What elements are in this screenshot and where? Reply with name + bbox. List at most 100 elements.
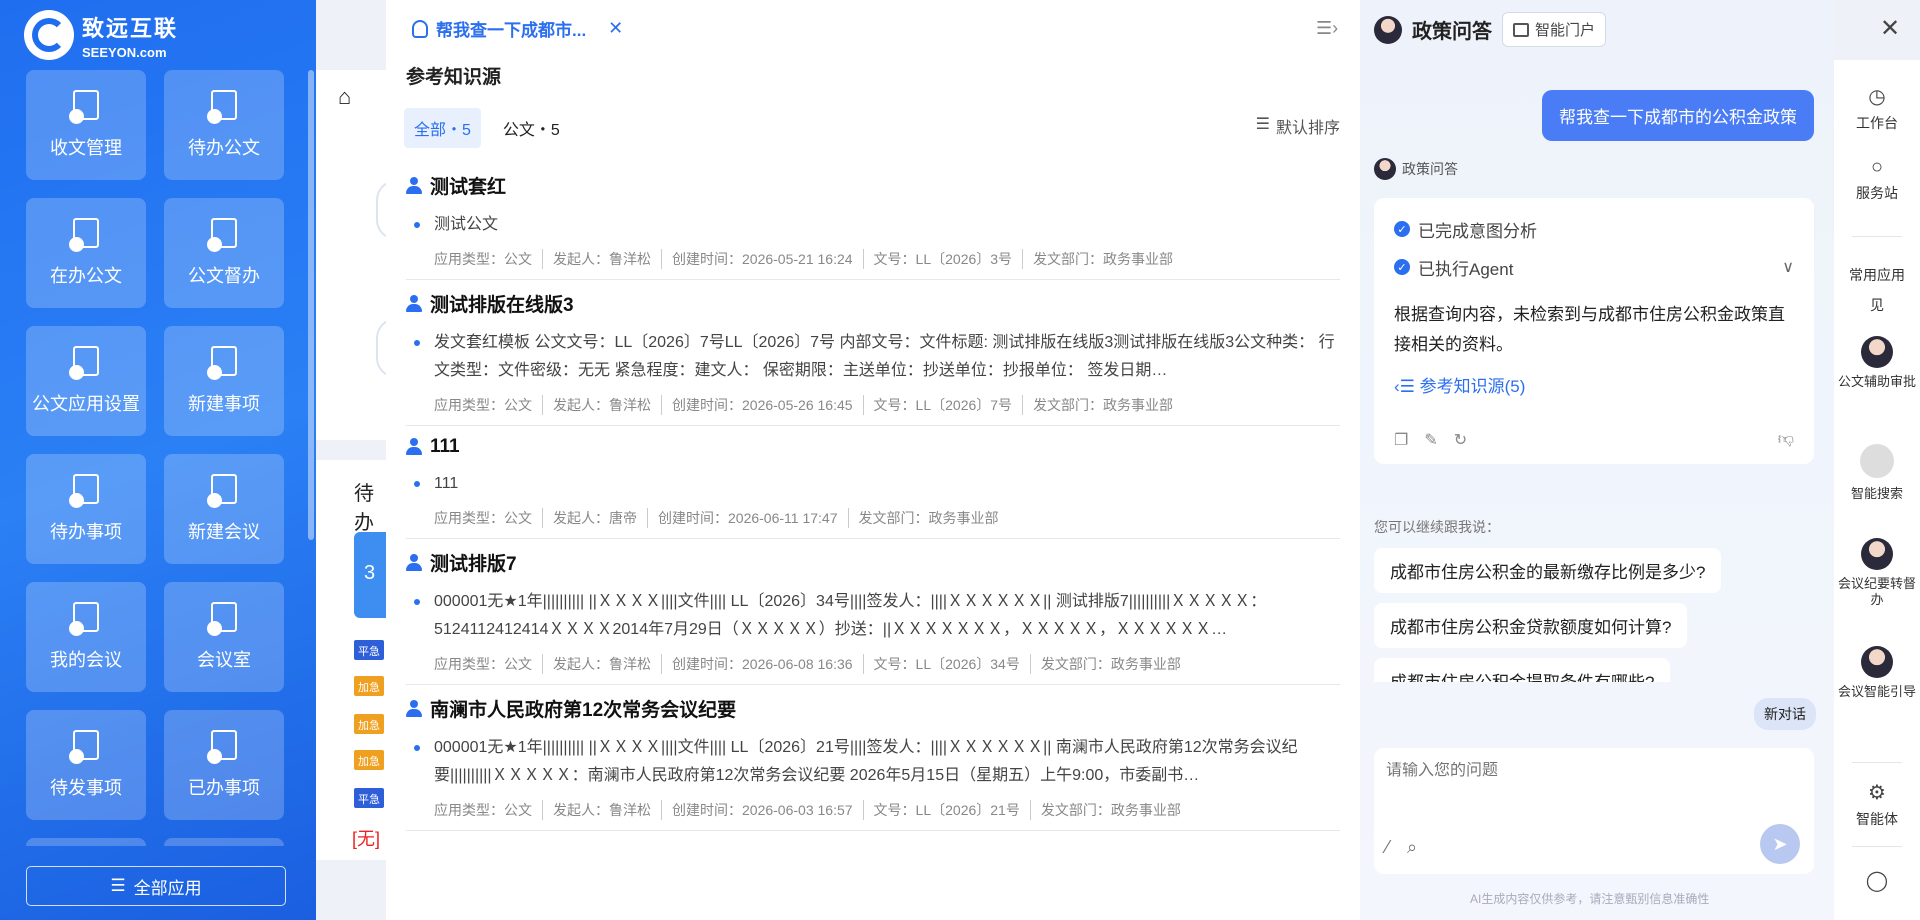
stamp-icon: [406, 176, 422, 195]
check-icon: ✓: [1394, 259, 1410, 275]
app-tile[interactable]: 公文应用设置: [26, 326, 146, 436]
source-item[interactable]: 测试排版在线版3 发文套红模板 公文文号：LL〔2026〕7号LL〔2026〕7号…: [406, 280, 1340, 426]
app-tile[interactable]: 我的会议: [26, 582, 146, 692]
reference-sources-link[interactable]: ‹☰ 参考知识源(5): [1394, 372, 1794, 397]
followup-suggestion[interactable]: 成都市住房公积金提取条件有哪些?: [1374, 658, 1671, 682]
followups-label: 您可以继续跟我说：: [1374, 519, 1500, 535]
send-button[interactable]: ➤: [1760, 824, 1800, 864]
sort-button[interactable]: ☰ 默认排序: [1256, 114, 1340, 138]
step-label: 已完成意图分析: [1418, 221, 1537, 241]
urgency-tag: 加急: [354, 750, 384, 770]
app-tile[interactable]: 新建事项: [164, 326, 284, 436]
app-tile[interactable]: 已办事项: [164, 710, 284, 820]
followup-suggestion[interactable]: 成都市住房公积金贷款额度如何计算?: [1374, 603, 1688, 648]
sidebar-scrollbar[interactable]: [308, 70, 314, 540]
rail-smart-search[interactable]: 智能搜索: [1834, 444, 1920, 502]
chat-header: 政策问答 智能门户: [1374, 12, 1607, 47]
source-item[interactable]: 南澜市人民政府第12次常务会议纪要 000001无★1年|||||||||| ||…: [406, 685, 1340, 831]
edit-icon[interactable]: ✎: [1424, 430, 1437, 450]
rail-agent[interactable]: ⚙ 智能体: [1834, 780, 1920, 829]
stamp-icon: [406, 699, 422, 718]
bot-response-card: ✓ 已完成意图分析 ✓ 已执行Agent ∨ 根据查询内容，未检索到与成都市住房…: [1374, 198, 1814, 464]
smart-search-avatar: [1860, 444, 1894, 478]
source-title[interactable]: 111: [430, 436, 460, 458]
app-label: 公文应用设置: [32, 394, 140, 414]
close-icon[interactable]: ✕: [1880, 14, 1900, 43]
source-snippet: 000001无★1年|||||||||| ||ＸＸＸＸ||||文件|||| LL…: [406, 734, 1340, 790]
rail-service[interactable]: ○ 服务站: [1834, 156, 1920, 203]
meta-field: 发文部门：政务事业部: [1029, 654, 1191, 674]
divider: [1852, 236, 1902, 237]
urgency-tag: 平急: [354, 640, 384, 660]
tab-all[interactable]: 全部・5: [404, 108, 481, 148]
followup-suggestion[interactable]: 成都市住房公积金的最新缴存比例是多少?: [1374, 548, 1722, 593]
source-item[interactable]: 111 111 应用类型：公文 发起人：唐帝 创建时间：2026-06-11 17:47…: [406, 426, 1340, 539]
new-chat-button[interactable]: 新对话: [1754, 698, 1816, 730]
rail-workbench[interactable]: ◷ 工作台: [1834, 84, 1920, 133]
list-icon: ‹☰: [1394, 377, 1415, 396]
source-item[interactable]: 测试排版7 000001无★1年|||||||||| ||ＸＸＸＸ||||文件||…: [406, 539, 1340, 685]
copy-icon[interactable]: ❐: [1394, 430, 1408, 450]
rail-user[interactable]: ◯: [1834, 868, 1920, 897]
app-tile[interactable]: 收文管理: [26, 70, 146, 180]
app-tile[interactable]: [26, 838, 146, 846]
urgency-tag: 平急: [354, 788, 384, 808]
app-tile[interactable]: 待办事项: [26, 454, 146, 564]
all-apps-button[interactable]: ☰ 全部应用: [26, 866, 286, 906]
divider: [1852, 846, 1902, 847]
followup-suggestions: 成都市住房公积金的最新缴存比例是多少? 成都市住房公积金贷款额度如何计算? 成都…: [1374, 548, 1814, 682]
app-tile[interactable]: 会议室: [164, 582, 284, 692]
tab-official-docs[interactable]: 公文・5: [493, 108, 570, 148]
refresh-icon[interactable]: ↻: [1454, 430, 1467, 450]
magic-wand-icon[interactable]: ⁄: [1386, 837, 1389, 858]
meta-field: 文号：LL〔2026〕34号: [862, 654, 1030, 674]
assistant-avatar: [1374, 15, 1402, 44]
chevron-down-icon[interactable]: ∨: [1782, 257, 1794, 277]
query-chip-label: 帮我查一下成都市...: [436, 21, 587, 40]
peek-red-text: [无]: [352, 829, 381, 849]
source-snippet: 000001无★1年|||||||||| ||ＸＸＸＸ||||文件|||| LL…: [406, 588, 1340, 644]
check-icon: ✓: [1394, 221, 1410, 237]
to-send-icon: [69, 730, 103, 764]
app-tile[interactable]: 新建会议: [164, 454, 284, 564]
send-icon: ➤: [1772, 833, 1788, 854]
source-title[interactable]: 测试排版在线版3: [430, 290, 574, 317]
meta-field: 创建时间：2026-06-03 16:57: [661, 800, 863, 820]
source-item[interactable]: 测试套红 测试公文 应用类型：公文 发起人：鲁洋松 创建时间：2026-05-21 16…: [406, 162, 1340, 280]
bot-answer-text: 根据查询内容，未检索到与成都市住房公积金政策直接相关的资料。: [1394, 305, 1785, 354]
app-tile[interactable]: 待办公文: [164, 70, 284, 180]
rail-label: 会议纪要转督办: [1837, 576, 1916, 607]
seeyon-logo[interactable]: 致远互联 SEEYON.com: [24, 10, 178, 60]
source-title[interactable]: 测试套红: [430, 172, 506, 199]
question-input[interactable]: [1386, 762, 1802, 780]
rail-common-apps-label: 常用应用 见: [1834, 260, 1920, 320]
search-icon: ○: [1870, 156, 1884, 178]
query-chip[interactable]: 帮我查一下成都市... ✕: [412, 16, 623, 41]
rail-minutes-supervise[interactable]: 会议纪要转督办: [1834, 538, 1920, 608]
source-snippet: 发文套红模板 公文文号：LL〔2026〕7号LL〔2026〕7号 内部文号：文件…: [406, 329, 1340, 385]
rail-label: 服务站: [1856, 185, 1898, 201]
collapse-panel-icon[interactable]: ☰›: [1316, 18, 1338, 39]
app-tile[interactable]: 待发事项: [26, 710, 146, 820]
app-tile[interactable]: 在办公文: [26, 198, 146, 308]
peek-section-label: 待办: [354, 483, 374, 534]
message-actions: ❐ ✎ ↻ 👎︎: [1394, 430, 1794, 450]
close-icon[interactable]: ✕: [608, 18, 623, 39]
source-title[interactable]: 测试排版7: [430, 549, 517, 576]
step-label: 已执行Agent: [1418, 259, 1514, 279]
rail-meeting-guide[interactable]: 会议智能引导: [1834, 646, 1920, 700]
smart-portal-button[interactable]: 智能门户: [1502, 12, 1607, 47]
meta-field: 发起人：鲁洋松: [542, 800, 661, 820]
reference-sources-label: 参考知识源(5): [1419, 377, 1526, 396]
meta-field: 文号：LL〔2026〕7号: [862, 395, 1023, 415]
bot-name: 政策问答: [1402, 161, 1458, 177]
home-icon[interactable]: ⌂: [338, 84, 351, 110]
step-agent[interactable]: ✓ 已执行Agent ∨: [1394, 248, 1794, 286]
attachment-icon[interactable]: ⌕: [1407, 837, 1417, 858]
thumb-down-icon[interactable]: 👎︎: [1778, 430, 1794, 450]
source-title[interactable]: 南澜市人民政府第12次常务会议纪要: [430, 695, 736, 722]
app-tile[interactable]: 公文督办: [164, 198, 284, 308]
inbox-doc-icon: [69, 90, 103, 124]
rail-doc-assist[interactable]: 公文辅助审批: [1834, 336, 1920, 390]
app-tile[interactable]: [164, 838, 284, 846]
